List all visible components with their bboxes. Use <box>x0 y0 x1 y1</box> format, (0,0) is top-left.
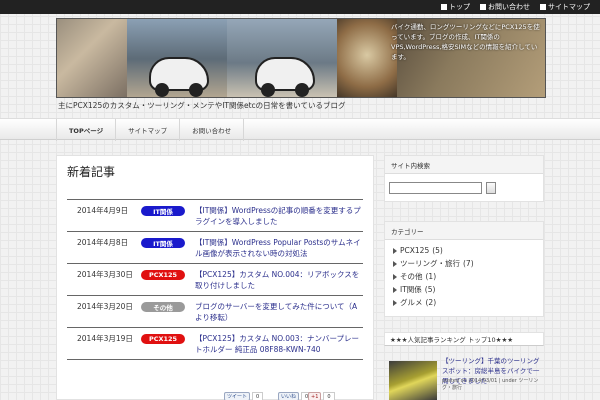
article-title-link[interactable]: 【IT関係】WordPressの記事の順番を変更するプラグインを導入しました <box>195 205 363 227</box>
article-date: 2014年4月8日 <box>77 238 129 247</box>
triangle-bullet-icon <box>393 273 397 280</box>
main-nav: TOPページ サイトマップ お問い合わせ <box>0 118 600 141</box>
article-title-link[interactable]: 【PCX125】カスタム NO.003：ナンバープレートホルダー 純正品 08F… <box>195 333 363 355</box>
article-date: 2014年3月20日 <box>77 302 133 311</box>
share-count: 0 <box>323 392 335 400</box>
nav-item-top[interactable]: TOPページ <box>56 119 117 141</box>
triangle-bullet-icon <box>393 286 397 293</box>
share-count: 0 <box>252 392 264 400</box>
banner-photo-harbor <box>57 19 127 97</box>
list-item: 2014年3月30日 PCX125 【PCX125】カスタム NO.004：リア… <box>67 264 363 296</box>
square-icon <box>441 4 447 10</box>
list-item: 2014年4月9日 IT関係 【IT関係】WordPressの記事の順番を変更す… <box>67 199 363 232</box>
list-item: 2014年3月20日 その他 ブログのサーバーを変更してみた件について（Aより移… <box>67 296 363 328</box>
article-title-link[interactable]: 【IT関係】WordPress Popular Postsのサムネイル画像が表示… <box>195 237 363 259</box>
page-title: 新着記事 <box>67 165 116 179</box>
ranking-widget-title: ★★★人気記事ランキング トップ10★★★ <box>384 332 544 346</box>
top-nav-contact-link[interactable]: お問い合わせ <box>480 2 530 12</box>
top-bar: トップ お問い合わせ サイトマップ <box>0 0 600 14</box>
scooter-icon <box>255 57 315 97</box>
plusone-button[interactable]: +1 <box>308 392 322 400</box>
header-banner[interactable]: バイク通勤、ロングツーリングなどにPCX125を使っています。ブログの作成、IT… <box>56 18 546 98</box>
ranking-thumbnail[interactable] <box>389 361 437 400</box>
main-content: 新着記事 2014年4月9日 IT関係 【IT関係】WordPressの記事の順… <box>56 155 374 400</box>
square-icon <box>540 4 546 10</box>
tweet-button[interactable]: ツイート <box>224 392 251 400</box>
category-badge[interactable]: PCX125 <box>141 334 185 344</box>
article-title-link[interactable]: 【PCX125】カスタム NO.004：リアボックスを取り付けしました <box>195 269 363 291</box>
share-twitter: ツイート 0 <box>224 392 264 400</box>
top-nav-home-link[interactable]: トップ <box>441 2 470 12</box>
category-item-gourmet[interactable]: グルメ (2) <box>393 296 535 309</box>
category-item-touring[interactable]: ツーリング・旅行 (7) <box>393 257 535 270</box>
category-badge[interactable]: PCX125 <box>141 270 185 280</box>
search-widget-title: サイト内検索 <box>385 156 543 174</box>
triangle-bullet-icon <box>393 260 397 267</box>
search-button[interactable] <box>486 182 496 194</box>
like-button[interactable]: いいね <box>278 392 300 400</box>
banner-photo-scooter-1 <box>127 19 227 97</box>
category-widget-title: カテゴリー <box>385 222 543 240</box>
list-item: 2014年4月8日 IT関係 【IT関係】WordPress Popular P… <box>67 232 363 264</box>
share-plusone: +1 0 <box>308 392 335 400</box>
header-description: バイク通勤、ロングツーリングなどにPCX125を使っています。ブログの作成、IT… <box>391 23 540 61</box>
banner-photo-scooter-2 <box>227 19 337 97</box>
site-tagline: 主にPCX125のカスタム・ツーリング・メンテやIT関係etcの日常を書いている… <box>58 101 346 110</box>
list-item: 2014年3月19日 PCX125 【PCX125】カスタム NO.003：ナン… <box>67 328 363 360</box>
article-list: 2014年4月9日 IT関係 【IT関係】WordPressの記事の順番を変更す… <box>67 199 363 360</box>
nav-item-sitemap[interactable]: サイトマップ <box>116 119 181 141</box>
top-nav-sitemap-link[interactable]: サイトマップ <box>540 2 590 12</box>
category-badge[interactable]: IT関係 <box>141 238 185 248</box>
category-item-it[interactable]: IT関係 (5) <box>393 283 535 296</box>
category-item-other[interactable]: その他 (1) <box>393 270 535 283</box>
category-badge[interactable]: その他 <box>141 302 185 312</box>
category-item-pcx125[interactable]: PCX125 (5) <box>393 244 535 257</box>
article-date: 2014年4月9日 <box>77 206 129 215</box>
ranking-meta: posted on 2014/03/01 | under ツーリング・旅行 <box>442 378 539 391</box>
triangle-bullet-icon <box>393 299 397 306</box>
article-title-link[interactable]: ブログのサーバーを変更してみた件について（Aより移転） <box>195 301 363 323</box>
search-widget: サイト内検索 <box>384 155 544 202</box>
search-input[interactable] <box>389 182 482 194</box>
category-badge[interactable]: IT関係 <box>141 206 185 216</box>
banner-photo-food-1 <box>337 19 397 97</box>
article-date: 2014年3月19日 <box>77 334 133 343</box>
scooter-icon <box>149 57 209 97</box>
article-date: 2014年3月30日 <box>77 270 133 279</box>
triangle-bullet-icon <box>393 247 397 254</box>
top-nav: トップ お問い合わせ サイトマップ <box>441 2 590 12</box>
category-widget: カテゴリー PCX125 (5) ツーリング・旅行 (7) その他 (1) IT関係(… <box>384 221 544 317</box>
nav-item-contact[interactable]: お問い合わせ <box>180 119 245 141</box>
square-icon <box>480 4 486 10</box>
